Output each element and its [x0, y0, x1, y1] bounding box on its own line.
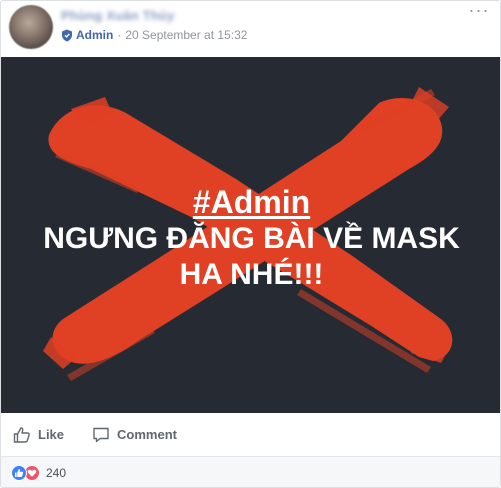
comment-label: Comment [117, 427, 177, 442]
comment-icon [93, 427, 109, 442]
post-image[interactable]: #Admin NGƯNG ĐĂNG BÀI VỀ MASK HA NHÉ!!! [1, 57, 500, 413]
thumbs-up-icon [13, 426, 30, 443]
reaction-count[interactable]: 240 [46, 466, 66, 480]
like-icon [11, 465, 27, 481]
post-actions: Like Comment [1, 413, 500, 457]
more-options-button[interactable]: ··· [468, 1, 490, 21]
image-headline: #Admin NGƯNG ĐĂNG BÀI VỀ MASK HA NHÉ!!! [1, 183, 500, 293]
post-meta: Admin · 20 September at 15:32 [61, 27, 247, 43]
hashtag-text: #Admin [192, 184, 311, 220]
post-card: Phùng Xuân Thủy Admin · 20 September at … [0, 0, 501, 488]
post-header: Phùng Xuân Thủy Admin · 20 September at … [1, 1, 500, 57]
comment-button[interactable]: Comment [92, 426, 177, 444]
like-button[interactable]: Like [13, 426, 64, 444]
avatar[interactable] [9, 5, 53, 49]
headline-line-2: HA NHÉ!!! [179, 258, 324, 291]
like-label: Like [38, 427, 65, 442]
author-name[interactable]: Phùng Xuân Thủy [61, 8, 175, 23]
post-timestamp[interactable]: 20 September at 15:32 [125, 28, 247, 42]
reactions-bar[interactable]: 240 [1, 457, 500, 487]
headline-line-1: NGƯNG ĐĂNG BÀI VỀ MASK [43, 222, 460, 255]
meta-separator: · [117, 28, 122, 42]
admin-badge-label[interactable]: Admin [76, 28, 113, 42]
admin-shield-icon [62, 29, 72, 41]
